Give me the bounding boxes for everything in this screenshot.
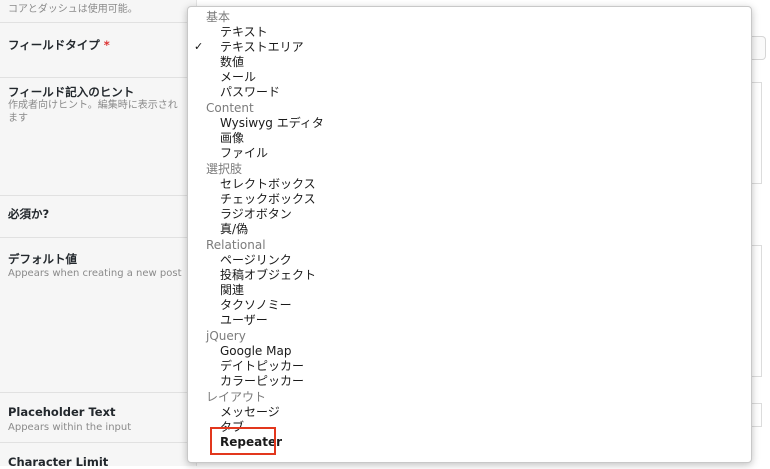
placeholder-label: Placeholder Text [8,405,116,419]
group-jquery: jQuery [206,329,246,343]
field-settings-labels: コアとダッシュは使用可能。 フィールドタイプ * フィールド記入のヒント 作成者… [0,0,197,469]
option-color-picker[interactable]: カラーピッカー [220,374,304,389]
option-true-false[interactable]: 真/偽 [220,222,248,237]
row-placeholder: Placeholder Text Appears within the inpu… [0,392,196,443]
option-email[interactable]: メール [220,70,256,85]
option-wysiwyg[interactable]: Wysiwyg エディタ [220,116,324,131]
option-number[interactable]: 数値 [220,55,244,70]
group-choice: 選択肢 [206,162,243,176]
option-taxonomy[interactable]: タクソノミー [220,298,292,313]
option-checkbox[interactable]: チェックボックス [220,192,316,207]
group-content: Content [206,101,254,115]
option-password[interactable]: パスワード [220,85,280,100]
option-text[interactable]: テキスト [220,25,268,40]
option-user[interactable]: ユーザー [220,313,268,328]
row-field-type: フィールドタイプ * [0,22,196,78]
option-textarea[interactable]: テキストエリア [220,40,304,55]
character-limit-label: Character Limit [8,455,109,469]
option-date-picker[interactable]: デイトピッカー [220,359,304,374]
placeholder-description: Appears within the input [8,422,132,433]
group-basic: 基本 [206,10,231,24]
option-page-link[interactable]: ページリンク [220,253,292,268]
field-type-dropdown[interactable]: 基本 テキスト ✓ テキストエリア 数値 メール パスワード Content W… [187,6,752,463]
option-select[interactable]: セレクトボックス [220,177,316,192]
hint-description: 作成者向けヒント。編集時に表示されます [8,100,178,124]
field-type-label: フィールドタイプ * [8,38,110,52]
hint-label: フィールド記入のヒント [8,85,135,99]
field-name-hint: コアとダッシュは使用可能。 [8,4,138,15]
row-default-value: デフォルト値 Appears when creating a new post [0,237,196,393]
option-file[interactable]: ファイル [220,146,268,161]
required-label: 必須か? [8,207,50,221]
row-character-limit: Character Limit [0,442,196,469]
default-value-label: デフォルト値 [8,252,77,266]
row-field-hint: フィールド記入のヒント 作成者向けヒント。編集時に表示されます [0,77,196,196]
row-required: 必須か? [0,195,196,238]
group-layout: レイアウト [206,390,267,404]
group-relational: Relational [206,238,266,252]
option-image[interactable]: 画像 [220,131,244,146]
check-icon: ✓ [194,40,204,53]
option-relationship[interactable]: 関連 [220,283,244,298]
option-message[interactable]: メッセージ [220,405,280,420]
option-radio[interactable]: ラジオボタン [220,207,292,222]
default-value-description: Appears when creating a new post [8,268,182,279]
repeater-highlight-box [210,427,276,455]
required-mark: * [103,38,110,52]
option-google-map[interactable]: Google Map [220,344,291,359]
option-post-object[interactable]: 投稿オブジェクト [220,268,316,283]
